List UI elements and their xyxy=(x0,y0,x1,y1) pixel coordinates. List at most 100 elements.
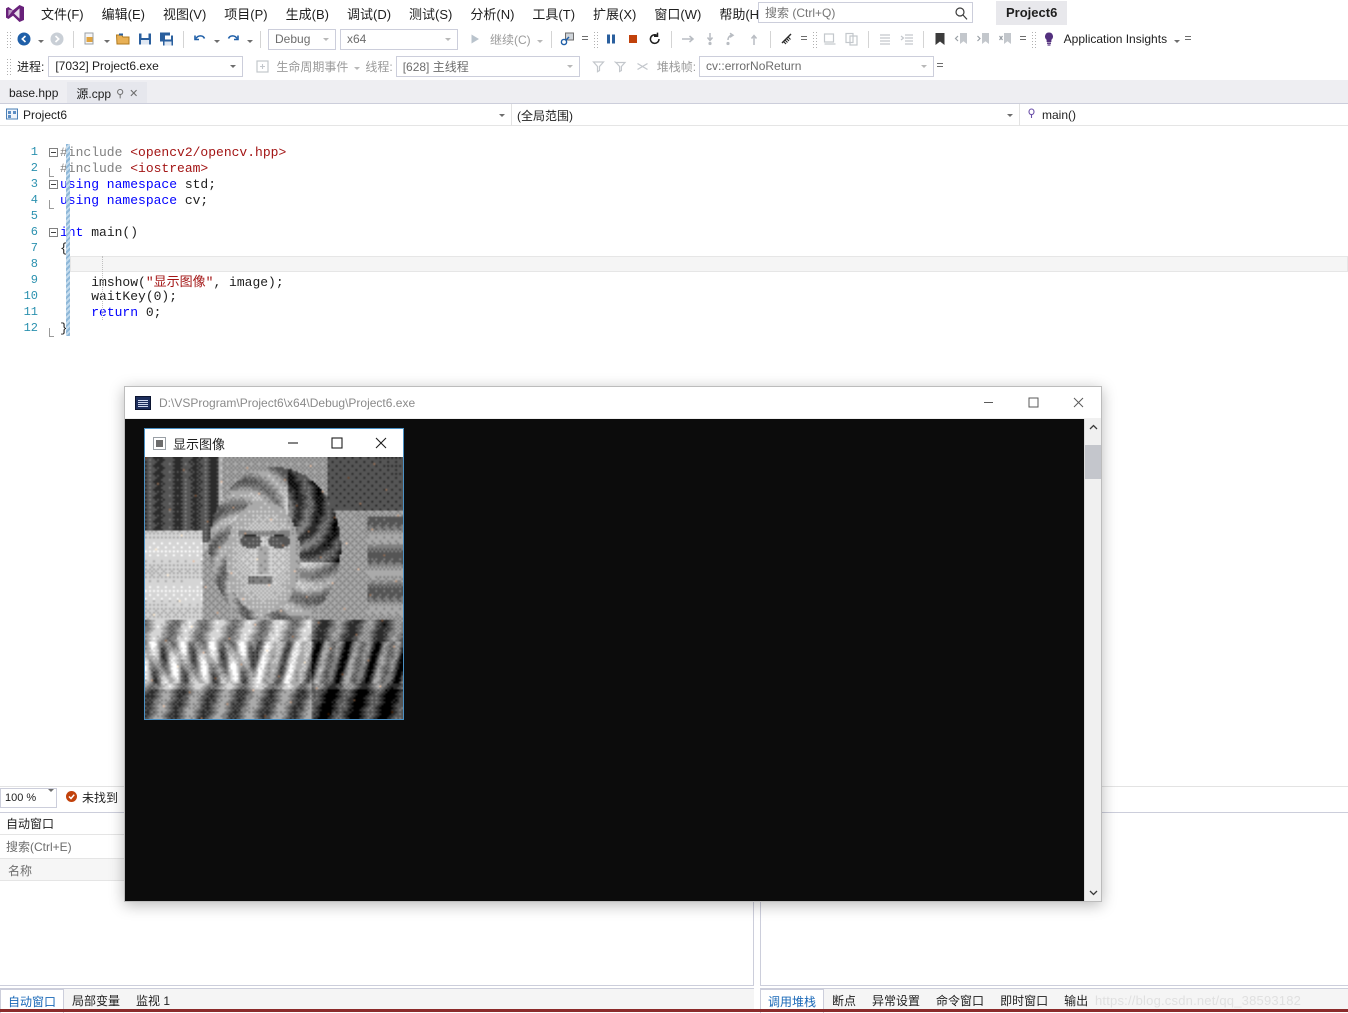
maximize-icon[interactable] xyxy=(315,430,359,457)
code-line[interactable]: 4 using namespace cv; xyxy=(0,192,1348,208)
code-line-current[interactable]: 9 imshow("显示图像", image); xyxy=(0,272,1348,288)
step-into-icon[interactable] xyxy=(699,28,721,50)
lifecycle-events-icon[interactable] xyxy=(251,55,273,77)
tab-source-cpp[interactable]: 源.cpp ⚲ ✕ xyxy=(67,82,147,104)
new-item-dropdown[interactable] xyxy=(101,28,112,50)
menu-item-edit[interactable]: 编辑(E) xyxy=(93,1,154,26)
code-line[interactable]: 1 #include <opencv2/opencv.hpp> xyxy=(0,144,1348,160)
menu-item-debug[interactable]: 调试(D) xyxy=(338,1,400,26)
scroll-up-icon[interactable] xyxy=(1085,419,1101,436)
code-line[interactable]: 10 waitKey(0); xyxy=(0,288,1348,304)
save-all-icon[interactable] xyxy=(156,28,178,50)
no-call-icon[interactable] xyxy=(632,55,654,77)
navbar-project-combo[interactable]: Project6 xyxy=(0,104,512,126)
toolbar-grip[interactable] xyxy=(812,31,817,48)
comment-icon[interactable] xyxy=(841,28,863,50)
global-search-box[interactable] xyxy=(758,2,973,23)
code-line[interactable]: 3 using namespace std; xyxy=(0,176,1348,192)
code-line[interactable]: 5 xyxy=(0,208,1348,224)
console-title-bar[interactable]: D:\VSProgram\Project6\x64\Debug\Project6… xyxy=(125,387,1101,419)
hot-reload-overflow-icon[interactable] xyxy=(579,28,591,50)
step-out-icon[interactable] xyxy=(721,28,743,50)
navigate-forward-icon[interactable] xyxy=(46,28,68,50)
undo-dropdown[interactable] xyxy=(211,28,222,50)
pin-icon[interactable]: ⚲ xyxy=(116,87,124,100)
new-item-icon[interactable] xyxy=(79,28,101,50)
step-over-icon[interactable] xyxy=(677,28,699,50)
toolbar-grip[interactable] xyxy=(593,31,598,48)
menu-item-build[interactable]: 生成(B) xyxy=(277,1,338,26)
menu-item-project[interactable]: 项目(P) xyxy=(215,1,276,26)
bookmark-next-icon[interactable] xyxy=(973,28,995,50)
redo-dropdown[interactable] xyxy=(244,28,255,50)
close-icon[interactable] xyxy=(1056,387,1101,418)
diagnostics-icon[interactable] xyxy=(776,28,798,50)
undo-icon[interactable] xyxy=(189,28,211,50)
menu-item-extensions[interactable]: 扩展(X) xyxy=(584,1,645,26)
menu-item-file[interactable]: 文件(F) xyxy=(32,1,93,26)
bookmark-icon[interactable] xyxy=(929,28,951,50)
redo-icon[interactable] xyxy=(222,28,244,50)
menu-item-analyze[interactable]: 分析(N) xyxy=(461,1,523,26)
application-insights-label[interactable]: Application Insights xyxy=(1060,32,1171,46)
minimize-icon[interactable] xyxy=(966,387,1011,418)
maximize-icon[interactable] xyxy=(1011,387,1056,418)
outdent-icon[interactable] xyxy=(874,28,896,50)
bookmark-prev-icon[interactable] xyxy=(951,28,973,50)
debug-toolbar-overflow-icon[interactable] xyxy=(934,55,946,77)
process-combo[interactable]: [7032] Project6.exe xyxy=(48,56,243,77)
filter-alt-icon[interactable] xyxy=(610,55,632,77)
toolbar-grip[interactable] xyxy=(6,31,11,48)
pause-icon[interactable] xyxy=(600,28,622,50)
lifecycle-events-dropdown[interactable] xyxy=(351,55,362,77)
close-icon[interactable]: ✕ xyxy=(129,87,138,100)
minimize-icon[interactable] xyxy=(271,430,315,457)
opencv-image-window[interactable]: 显示图像 xyxy=(144,428,404,720)
scroll-down-icon[interactable] xyxy=(1085,884,1101,901)
thread-combo[interactable]: [628] 主线程 xyxy=(396,56,580,77)
filter-icon[interactable] xyxy=(588,55,610,77)
code-line[interactable]: 2 #include <iostream> xyxy=(0,160,1348,176)
code-line[interactable]: 12 } xyxy=(0,320,1348,336)
tab-base-hpp[interactable]: base.hpp xyxy=(0,82,67,104)
step-extra-icon[interactable] xyxy=(743,28,765,50)
increase-indent-icon[interactable] xyxy=(896,28,918,50)
navigate-back-dropdown[interactable] xyxy=(35,28,46,50)
fold-toggle-icon[interactable] xyxy=(46,180,60,189)
fold-toggle-icon[interactable] xyxy=(46,228,60,237)
navbar-member-combo[interactable]: main() xyxy=(1020,104,1348,126)
menu-item-tools[interactable]: 工具(T) xyxy=(523,1,584,26)
restart-icon[interactable] xyxy=(644,28,666,50)
solution-platform-combo[interactable]: x64 xyxy=(340,29,458,50)
menu-item-view[interactable]: 视图(V) xyxy=(154,1,215,26)
console-scrollbar[interactable] xyxy=(1084,419,1101,901)
save-icon[interactable] xyxy=(134,28,156,50)
zoom-level-combo[interactable]: 100 % xyxy=(0,788,57,808)
lifecycle-events-label[interactable]: 生命周期事件 xyxy=(273,58,351,75)
search-input[interactable] xyxy=(763,5,954,21)
stackframe-combo[interactable]: cv::errorNoReturn xyxy=(699,56,934,77)
opencv-title-bar[interactable]: 显示图像 xyxy=(145,429,403,457)
code-area[interactable]: 1 #include <opencv2/opencv.hpp> 2 #inclu… xyxy=(0,140,1348,336)
toolbar-overflow-icon[interactable] xyxy=(1182,28,1194,50)
menu-item-test[interactable]: 测试(S) xyxy=(400,1,461,26)
navigate-back-icon[interactable] xyxy=(13,28,35,50)
open-file-icon[interactable] xyxy=(112,28,134,50)
code-line[interactable]: 6 int main() xyxy=(0,224,1348,240)
application-insights-dropdown[interactable] xyxy=(1171,28,1182,50)
issue-status[interactable]: 未找到 xyxy=(57,789,126,806)
lightbulb-icon[interactable] xyxy=(1038,28,1060,50)
fold-toggle-icon[interactable] xyxy=(46,148,60,157)
bookmark-clear-icon[interactable] xyxy=(995,28,1017,50)
diagnostics-overflow-icon[interactable] xyxy=(798,28,810,50)
navbar-scope-combo[interactable]: (全局范围) xyxy=(512,104,1020,126)
continue-button-label[interactable]: 继续(C) xyxy=(486,31,535,48)
code-line[interactable]: 11 return 0; xyxy=(0,304,1348,320)
toolbar-grip[interactable] xyxy=(6,58,11,75)
stop-icon[interactable] xyxy=(622,28,644,50)
close-icon[interactable] xyxy=(359,430,403,457)
continue-dropdown[interactable] xyxy=(535,28,546,50)
toolbar-grip[interactable] xyxy=(1031,31,1036,48)
hot-reload-icon[interactable] xyxy=(557,28,579,50)
code-line[interactable]: 7 { xyxy=(0,240,1348,256)
